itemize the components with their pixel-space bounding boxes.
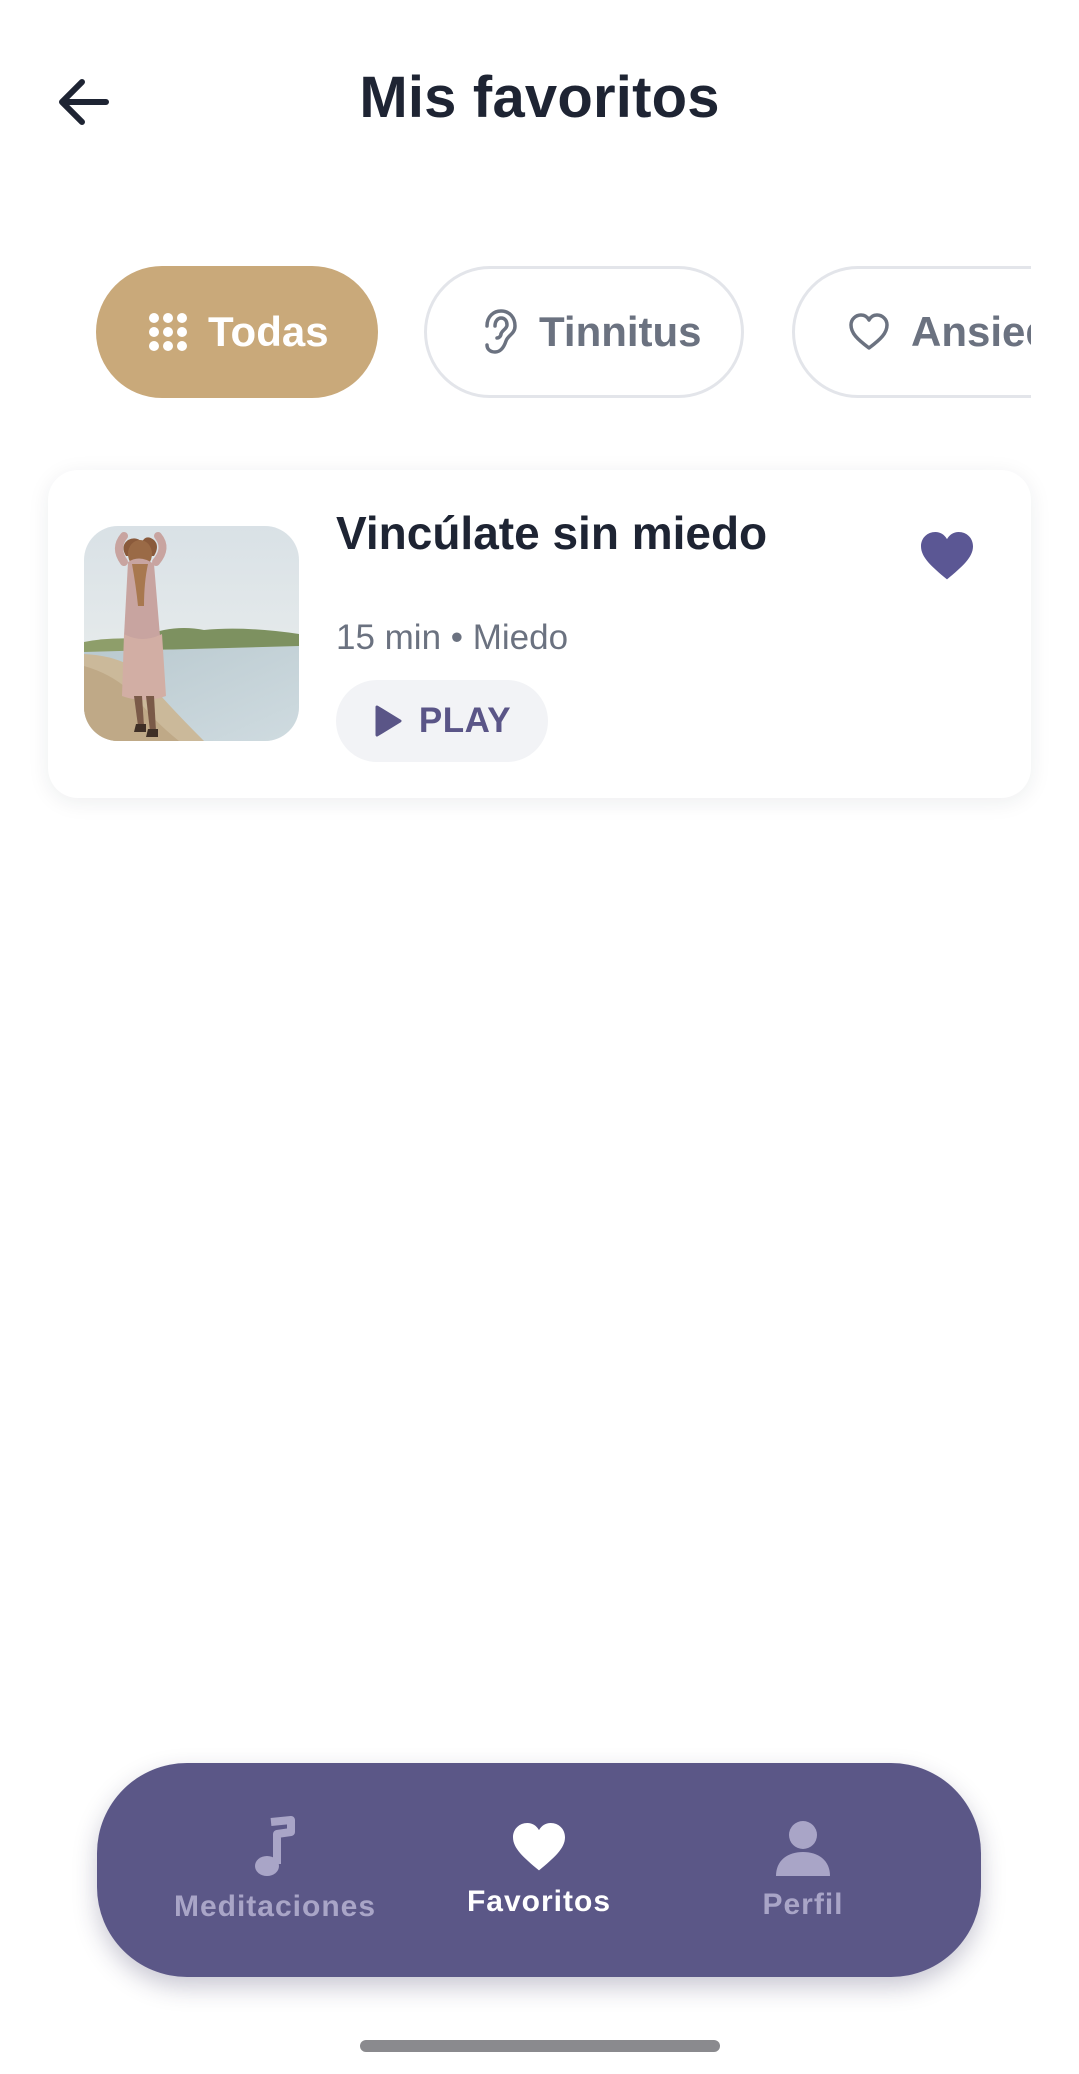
- favorite-toggle-button[interactable]: [915, 524, 979, 588]
- nav-label: Perfil: [762, 1888, 844, 1921]
- category-filter-bar: Todas Tinnitus Ansiedad: [96, 266, 1031, 402]
- filter-chip-label: Todas: [208, 308, 329, 355]
- home-indicator[interactable]: [360, 2040, 720, 2052]
- person-icon: [776, 1821, 830, 1876]
- favorite-card[interactable]: Vincúlate sin miedo 15 min • Miedo PLAY: [48, 470, 1031, 798]
- heart-icon: [513, 1822, 565, 1871]
- heart-outline-icon: [847, 312, 891, 352]
- bottom-navigation: Meditaciones Favoritos Perfil: [97, 1763, 981, 1977]
- nav-label: Meditaciones: [173, 1890, 377, 1923]
- nav-item-perfil[interactable]: Perfil: [671, 1763, 935, 1977]
- filter-chip-label: Tinnitus: [539, 308, 702, 355]
- meditation-title: Vincúlate sin miedo: [336, 507, 768, 559]
- page-title: Mis favoritos: [359, 65, 720, 130]
- filter-chip-tinnitus[interactable]: Tinnitus: [424, 266, 744, 398]
- play-button[interactable]: PLAY: [336, 680, 548, 762]
- filter-chip-todas[interactable]: Todas: [96, 266, 378, 398]
- grid-dots-icon: [148, 312, 188, 352]
- meditation-thumbnail: [84, 526, 299, 741]
- woman-at-lakeshore-image: [84, 526, 299, 741]
- nav-item-meditaciones[interactable]: Meditaciones: [143, 1763, 407, 1977]
- heart-filled-icon: [921, 531, 973, 580]
- play-icon: [375, 705, 402, 737]
- ear-icon: [479, 308, 519, 356]
- filter-chip-ansiedad[interactable]: Ansiedad: [792, 266, 1031, 398]
- meditation-meta: 15 min • Miedo: [336, 618, 569, 657]
- header: Mis favoritos: [0, 0, 1079, 200]
- play-label: PLAY: [418, 701, 512, 740]
- nav-item-favoritos[interactable]: Favoritos: [407, 1763, 671, 1977]
- filter-chip-label: Ansiedad: [911, 308, 1031, 355]
- music-note-icon: [255, 1816, 295, 1876]
- nav-label: Favoritos: [466, 1885, 612, 1918]
